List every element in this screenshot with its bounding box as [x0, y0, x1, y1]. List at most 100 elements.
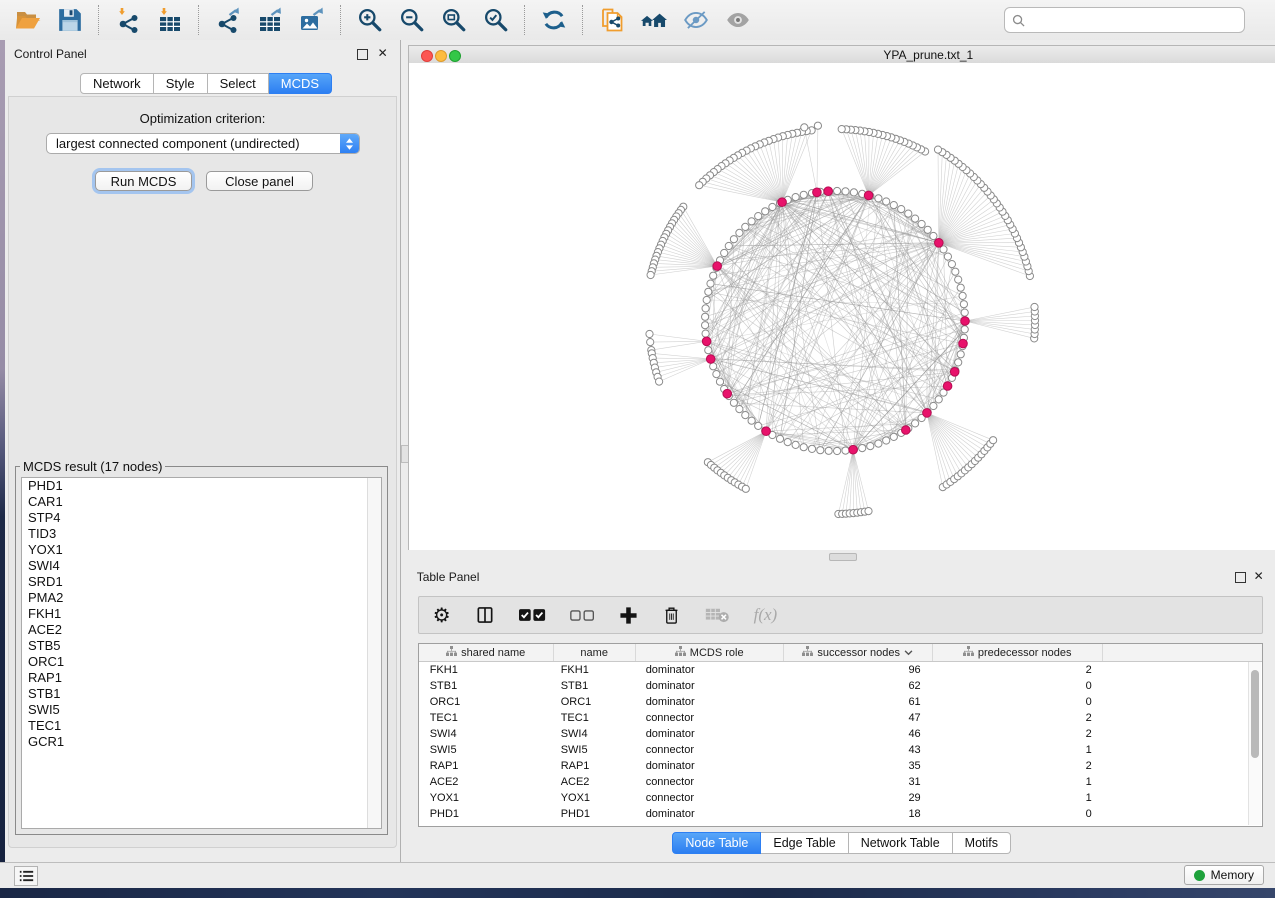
network-edge[interactable]	[804, 127, 817, 192]
close-window-icon[interactable]	[421, 50, 433, 62]
column-header-shared-name[interactable]: shared name	[419, 644, 554, 661]
network-node[interactable]	[924, 226, 931, 233]
network-node[interactable]	[702, 330, 709, 337]
network-node[interactable]	[935, 396, 942, 403]
network-edge[interactable]	[731, 431, 766, 480]
add-column-icon[interactable]	[619, 601, 638, 629]
panel-splitter-horizontal[interactable]	[408, 550, 1275, 563]
network-edge[interactable]	[886, 202, 943, 393]
network-node[interactable]	[825, 447, 832, 454]
network-node[interactable]	[838, 126, 845, 133]
network-edge[interactable]	[670, 227, 717, 266]
network-edge[interactable]	[668, 230, 717, 266]
network-node[interactable]	[776, 435, 783, 442]
network-node[interactable]	[703, 296, 710, 303]
cell-successor-nodes[interactable]: 35	[784, 758, 933, 774]
close-panel-button[interactable]: Close panel	[206, 171, 313, 191]
network-edge[interactable]	[853, 450, 865, 512]
network-node[interactable]	[960, 301, 967, 308]
network-node[interactable]	[716, 378, 723, 385]
network-node[interactable]	[761, 208, 768, 215]
criterion-dropdown[interactable]: largest connected component (undirected)	[46, 133, 360, 154]
mcds-result-item[interactable]: SWI5	[22, 702, 381, 718]
network-edge[interactable]	[766, 203, 780, 431]
tab-style[interactable]: Style	[154, 73, 208, 94]
cell-successor-nodes[interactable]: 47	[784, 710, 933, 726]
tab-network[interactable]: Network	[80, 73, 154, 94]
tab-select[interactable]: Select	[208, 73, 269, 94]
memory-button[interactable]: Memory	[1184, 865, 1264, 885]
network-node[interactable]	[792, 441, 799, 448]
network-node[interactable]	[784, 439, 791, 446]
network-hub-node[interactable]	[901, 426, 910, 435]
network-node[interactable]	[842, 447, 849, 454]
cell-name[interactable]: YOX1	[554, 790, 636, 806]
tab-network-table[interactable]: Network Table	[849, 832, 953, 854]
cell-successor-nodes[interactable]: 46	[784, 726, 933, 742]
mcds-result-item[interactable]: YOX1	[22, 542, 381, 558]
network-node[interactable]	[944, 253, 951, 260]
network-edge[interactable]	[927, 413, 965, 471]
network-node[interactable]	[704, 288, 711, 295]
network-node[interactable]	[866, 443, 873, 450]
mcds-result-item[interactable]: STB1	[22, 686, 381, 702]
mcds-result-item[interactable]: STP4	[22, 510, 381, 526]
tab-mcds[interactable]: MCDS	[269, 73, 332, 94]
mcds-result-item[interactable]: STB5	[22, 638, 381, 654]
network-node[interactable]	[890, 433, 897, 440]
search-input[interactable]	[1030, 12, 1237, 28]
network-node[interactable]	[954, 359, 961, 366]
network-edge[interactable]	[965, 316, 1035, 321]
network-node[interactable]	[904, 210, 911, 217]
close-panel-icon[interactable]: ✕	[1254, 569, 1264, 583]
panel-splitter-vertical[interactable]	[400, 40, 408, 862]
cell-MCDS-role[interactable]: dominator	[636, 806, 784, 822]
network-node[interactable]	[961, 326, 968, 333]
column-header-name[interactable]: name	[554, 644, 636, 661]
network-edge[interactable]	[927, 413, 972, 464]
network-node[interactable]	[754, 213, 761, 220]
network-edge[interactable]	[782, 134, 792, 202]
network-node[interactable]	[730, 236, 737, 243]
network-hub-node[interactable]	[812, 188, 821, 197]
network-hub-node[interactable]	[702, 337, 711, 346]
network-edge[interactable]	[838, 450, 853, 514]
network-hub-node[interactable]	[761, 427, 770, 436]
cell-MCDS-role[interactable]: connector	[636, 710, 784, 726]
zoom-selected-icon[interactable]	[482, 6, 510, 34]
network-node[interactable]	[911, 215, 918, 222]
column-header-MCDS-role[interactable]: MCDS role	[636, 644, 784, 661]
network-node[interactable]	[957, 284, 964, 291]
network-edge[interactable]	[965, 321, 1035, 330]
zoom-fit-icon[interactable]	[440, 6, 468, 34]
network-hub-node[interactable]	[723, 389, 732, 398]
network-hub-node[interactable]	[864, 191, 873, 200]
tab-edge-table[interactable]: Edge Table	[761, 832, 848, 854]
table-scrollbar[interactable]	[1248, 662, 1261, 825]
network-hub-node[interactable]	[848, 445, 857, 454]
cell-predecessor-nodes[interactable]: 1	[933, 774, 1103, 790]
network-edge[interactable]	[965, 312, 1035, 322]
table-row[interactable]: ACE2ACE2connector311	[419, 774, 1262, 790]
zoom-in-icon[interactable]	[356, 6, 384, 34]
network-node[interactable]	[754, 422, 761, 429]
network-edge[interactable]	[837, 219, 915, 451]
network-node[interactable]	[702, 305, 709, 312]
cell-name[interactable]: SWI4	[554, 726, 636, 742]
network-node[interactable]	[911, 420, 918, 427]
network-edge[interactable]	[657, 359, 710, 377]
mcds-result-list[interactable]: PHD1CAR1STP4TID3YOX1SWI4SRD1PMA2FKH1ACE2…	[21, 477, 382, 829]
cell-MCDS-role[interactable]: connector	[636, 742, 784, 758]
cell-name[interactable]: TEC1	[554, 710, 636, 726]
table-row[interactable]: YOX1YOX1connector291	[419, 790, 1262, 806]
mcds-result-item[interactable]: RAP1	[22, 670, 381, 686]
network-node[interactable]	[1031, 303, 1038, 310]
network-node[interactable]	[890, 202, 897, 209]
mcds-result-item[interactable]: CAR1	[22, 494, 381, 510]
network-node[interactable]	[730, 399, 737, 406]
mcds-result-item[interactable]: SRD1	[22, 574, 381, 590]
cell-shared-name[interactable]: TEC1	[419, 710, 554, 726]
network-edge[interactable]	[649, 334, 706, 341]
network-node[interactable]	[948, 261, 955, 268]
network-node[interactable]	[792, 194, 799, 201]
